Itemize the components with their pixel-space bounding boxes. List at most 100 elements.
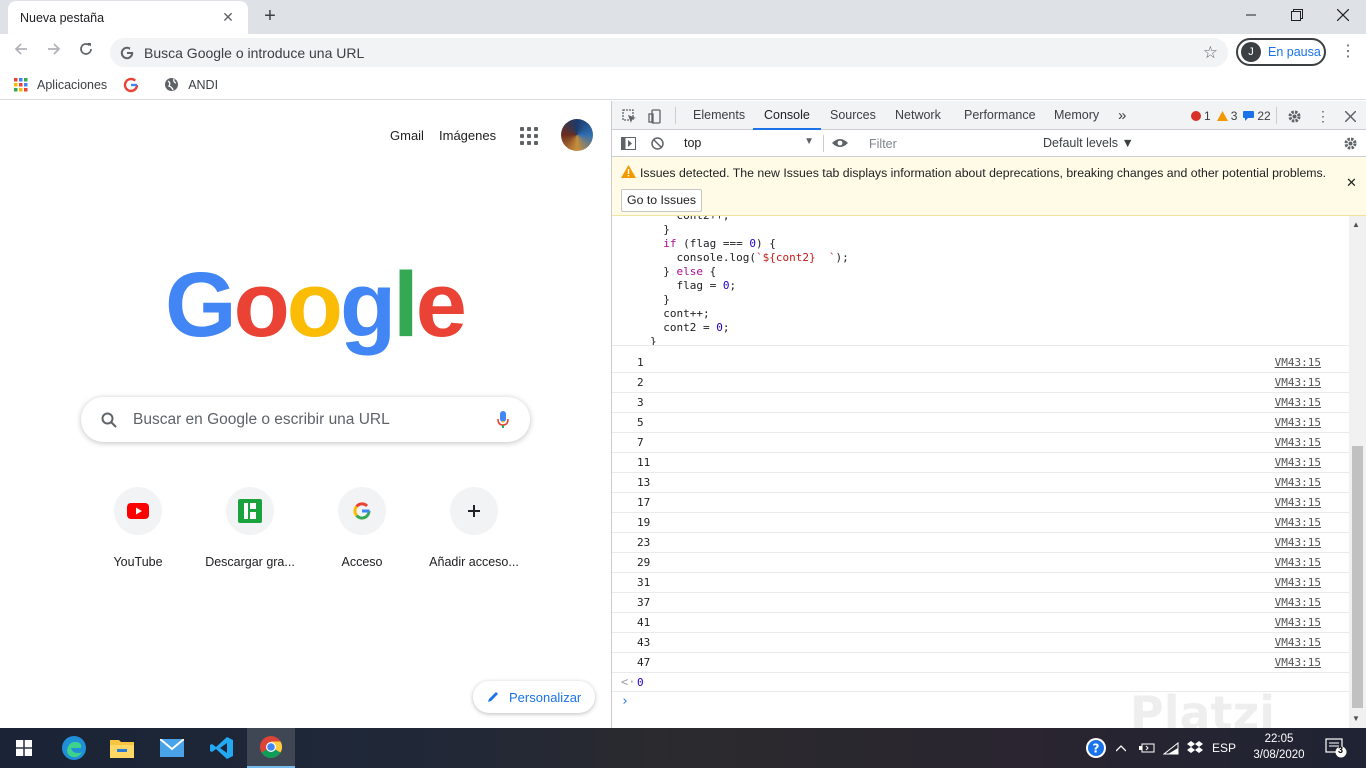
minimize-icon[interactable]: [1228, 0, 1274, 30]
device-toggle-icon[interactable]: [646, 107, 664, 125]
wifi-icon[interactable]: [1160, 728, 1182, 768]
bookmark-google[interactable]: [123, 77, 148, 93]
scroll-down-icon[interactable]: ▼: [1352, 714, 1360, 723]
live-expression-eye-icon[interactable]: [831, 134, 849, 152]
user-avatar[interactable]: [561, 119, 593, 151]
browser-tab[interactable]: Nueva pestaña ✕: [8, 1, 248, 34]
forward-arrow-icon[interactable]: [41, 40, 67, 64]
issue-counters[interactable]: 1 3 22: [1191, 109, 1271, 123]
shortcut-acceso[interactable]: Acceso: [306, 487, 418, 569]
close-devtools-icon[interactable]: [1341, 107, 1359, 125]
customize-button[interactable]: Personalizar: [473, 681, 595, 713]
console-log-row: 23 VM43:15: [612, 533, 1349, 553]
console-log-row: 29 VM43:15: [612, 553, 1349, 573]
chevron-up-icon[interactable]: [1112, 728, 1130, 768]
tab-console[interactable]: Console: [753, 101, 821, 130]
close-banner-icon[interactable]: ✕: [1346, 175, 1357, 191]
omnibox[interactable]: Busca Google o introduce una URL ☆: [110, 38, 1228, 67]
log-source-link[interactable]: VM43:15: [1275, 556, 1321, 569]
language-indicator[interactable]: ESP: [1210, 728, 1238, 768]
google-logo: Google: [165, 259, 467, 351]
log-source-link[interactable]: VM43:15: [1275, 376, 1321, 389]
sidebar-toggle-icon[interactable]: [619, 134, 637, 152]
console-log-row: 5 VM43:15: [612, 413, 1349, 433]
log-source-link[interactable]: VM43:15: [1275, 596, 1321, 609]
go-to-issues-button[interactable]: Go to Issues: [621, 189, 703, 212]
console-log-row: 17 VM43:15: [612, 493, 1349, 513]
reload-icon[interactable]: [73, 40, 99, 64]
bookmark-apps[interactable]: Aplicaciones: [14, 77, 108, 92]
more-tabs-icon[interactable]: »: [1118, 101, 1126, 130]
back-arrow-icon[interactable]: [8, 40, 34, 64]
ntp-search-box[interactable]: Buscar en Google o escribir una URL: [81, 397, 530, 442]
mail-icon[interactable]: [148, 728, 196, 768]
bookmark-star-icon[interactable]: ☆: [1203, 43, 1218, 63]
profile-button[interactable]: J En pausa: [1236, 38, 1326, 66]
log-source-link[interactable]: VM43:15: [1275, 616, 1321, 629]
log-source-link[interactable]: VM43:15: [1275, 476, 1321, 489]
svg-text:?: ?: [1093, 742, 1100, 756]
vscode-icon[interactable]: [198, 728, 246, 768]
log-source-link[interactable]: VM43:15: [1275, 656, 1321, 669]
omnibox-placeholder: Busca Google o introduce una URL: [144, 44, 365, 61]
tab-sources[interactable]: Sources: [830, 101, 876, 130]
chrome-menu-icon[interactable]: ⋮: [1340, 42, 1356, 62]
images-link[interactable]: Imágenes: [439, 128, 496, 143]
edge-icon[interactable]: [50, 728, 98, 768]
tab-performance[interactable]: Performance: [964, 101, 1036, 130]
bookmark-apps-label: Aplicaciones: [37, 77, 108, 92]
code-line: console.log(`${cont2} `);: [650, 251, 849, 264]
log-value: 31: [637, 576, 651, 589]
settings-gear-icon[interactable]: [1285, 107, 1303, 125]
log-source-link[interactable]: VM43:15: [1275, 356, 1321, 369]
google-apps-icon[interactable]: [520, 127, 538, 145]
log-source-link[interactable]: VM43:15: [1275, 576, 1321, 589]
system-clock[interactable]: 22:05 3/08/2020: [1248, 731, 1310, 763]
context-selector[interactable]: top ▼: [684, 136, 816, 152]
tab-elements[interactable]: Elements: [693, 101, 745, 130]
tab-memory[interactable]: Memory: [1054, 101, 1099, 130]
log-value: 47: [637, 656, 651, 669]
filter-input[interactable]: [864, 134, 1034, 154]
console-settings-gear-icon[interactable]: [1341, 134, 1359, 152]
log-source-link[interactable]: VM43:15: [1275, 496, 1321, 509]
log-value: 23: [637, 536, 651, 549]
notification-center-icon[interactable]: 3: [1320, 728, 1352, 768]
windows-start-icon[interactable]: [0, 728, 48, 768]
log-source-link[interactable]: VM43:15: [1275, 536, 1321, 549]
log-source-link[interactable]: VM43:15: [1275, 636, 1321, 649]
clock-date: 3/08/2020: [1253, 749, 1305, 761]
dropbox-icon[interactable]: [1184, 728, 1206, 768]
file-explorer-icon[interactable]: [98, 728, 146, 768]
close-window-icon[interactable]: [1320, 0, 1366, 30]
shortcut-youtube[interactable]: YouTube: [82, 487, 194, 569]
log-source-link[interactable]: VM43:15: [1275, 396, 1321, 409]
chrome-taskbar-icon[interactable]: [247, 728, 295, 768]
scroll-up-icon[interactable]: ▲: [1352, 220, 1360, 229]
clear-console-icon[interactable]: [648, 134, 666, 152]
close-tab-icon[interactable]: ✕: [220, 9, 236, 26]
log-source-link[interactable]: VM43:15: [1275, 416, 1321, 429]
bookmark-andi[interactable]: ANDI: [164, 77, 218, 92]
new-tab-page: Gmail Imágenes Google Buscar en Google o…: [0, 101, 611, 728]
issues-banner: Issues detected. The new Issues tab disp…: [612, 157, 1366, 216]
inspect-element-icon[interactable]: [620, 107, 638, 125]
new-tab-button[interactable]: +: [258, 5, 282, 29]
log-levels-dropdown[interactable]: Default levels ▼: [1043, 136, 1134, 150]
devtools-menu-icon[interactable]: ⋮: [1314, 107, 1332, 125]
console-scrollbar[interactable]: ▲ ▼: [1349, 216, 1366, 728]
log-source-link[interactable]: VM43:15: [1275, 436, 1321, 449]
restore-icon[interactable]: [1274, 0, 1320, 30]
shortcut-descargar[interactable]: Descargar gra...: [194, 487, 306, 569]
log-source-link[interactable]: VM43:15: [1275, 456, 1321, 469]
code-line: flag = 0;: [650, 279, 737, 292]
scrollbar-thumb[interactable]: [1352, 446, 1363, 708]
log-source-link[interactable]: VM43:15: [1275, 516, 1321, 529]
microphone-icon[interactable]: [496, 410, 510, 430]
shortcut-add[interactable]: Añadir acceso...: [418, 487, 530, 569]
gmail-link[interactable]: Gmail: [390, 128, 424, 143]
battery-icon[interactable]: [1136, 728, 1158, 768]
prompt-chevron-icon: ›: [621, 694, 629, 709]
help-icon[interactable]: ?: [1084, 728, 1108, 768]
tab-network[interactable]: Network: [895, 101, 941, 130]
